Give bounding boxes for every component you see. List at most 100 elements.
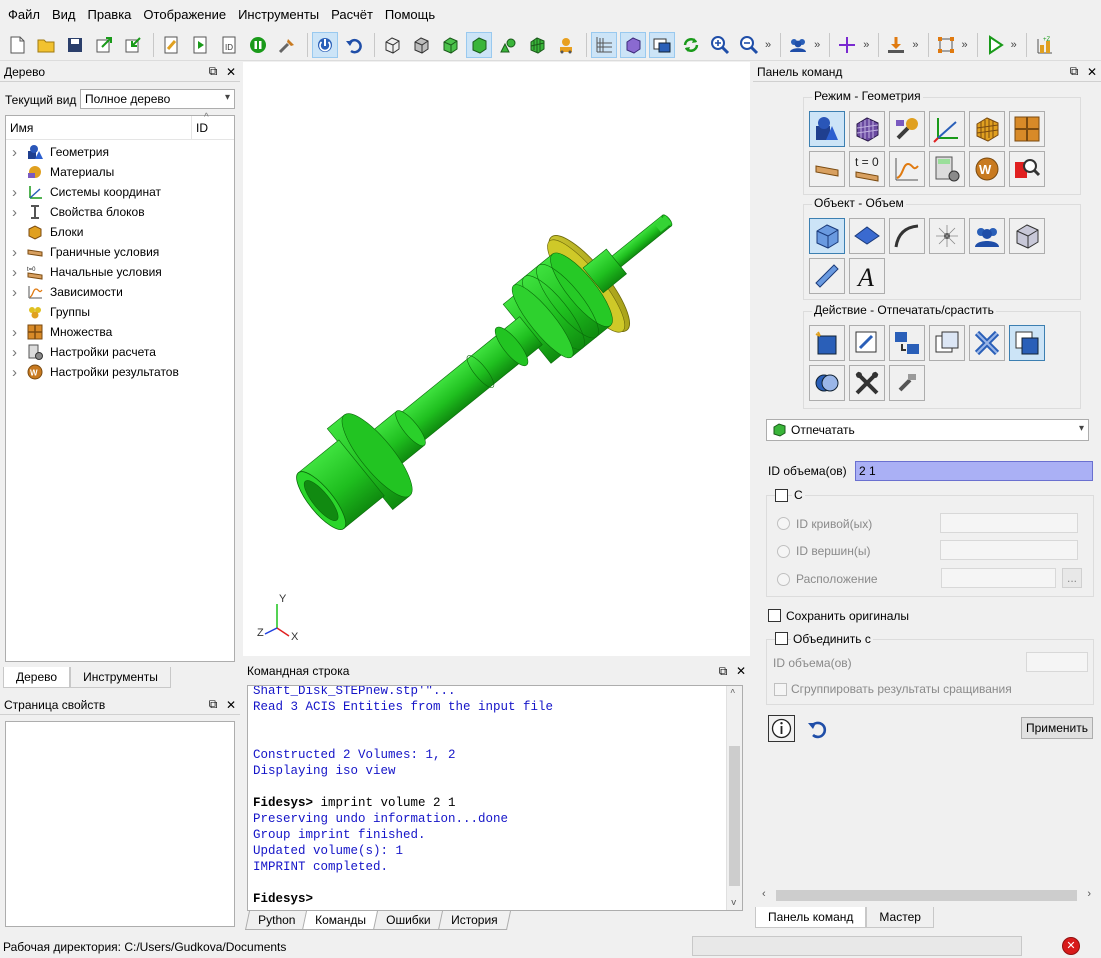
chevron-right-icon[interactable]: ›	[12, 344, 26, 361]
tree-item[interactable]: › t=0 Начальные условия	[6, 262, 234, 282]
run-script-icon[interactable]	[187, 32, 213, 58]
scrollbar-thumb[interactable]	[729, 746, 740, 886]
operation-select[interactable]: Отпечатать ▾	[766, 419, 1089, 441]
scrollbar-thumb[interactable]	[776, 890, 1077, 901]
calc-settings-mode-button[interactable]	[929, 151, 965, 187]
scroll-right-icon[interactable]: ›	[1087, 888, 1091, 900]
nodes-icon[interactable]	[933, 32, 959, 58]
chevron-right-icon[interactable]: ›	[12, 364, 26, 381]
volume-object-button[interactable]	[809, 218, 845, 254]
chevron-right-icon[interactable]: ›	[12, 284, 26, 301]
toolbar-overflow-3[interactable]: »	[863, 39, 869, 51]
zoom-in-icon[interactable]	[707, 32, 733, 58]
text-object-button[interactable]: A	[849, 258, 885, 294]
decompose-action-button[interactable]	[849, 365, 885, 401]
tab-wizard[interactable]: Мастер	[866, 907, 934, 928]
with-checkbox[interactable]	[775, 489, 788, 502]
dependencies-mode-button[interactable]	[889, 151, 925, 187]
users-icon[interactable]	[785, 32, 811, 58]
volume-icon[interactable]	[495, 32, 521, 58]
new-file-icon[interactable]	[4, 32, 30, 58]
menu-edit[interactable]: Правка	[82, 0, 138, 30]
initial-conditions-mode-button[interactable]: t = 0	[849, 151, 885, 187]
location-input[interactable]	[941, 568, 1056, 588]
save-icon[interactable]	[62, 32, 88, 58]
tab-command-panel[interactable]: Панель команд	[755, 907, 867, 928]
tree-item[interactable]: › Множества	[6, 322, 234, 342]
tree-item[interactable]: Материалы	[6, 162, 234, 182]
close-icon[interactable]: ✕	[732, 664, 750, 678]
tree-col-name[interactable]: Имя	[6, 116, 192, 139]
chevron-right-icon[interactable]: ›	[12, 144, 26, 161]
toolbar-overflow-4[interactable]: »	[912, 39, 918, 51]
surface-object-button[interactable]	[849, 218, 885, 254]
info-button[interactable]	[768, 715, 795, 742]
results-mode-button[interactable]: W	[969, 151, 1005, 187]
chevron-right-icon[interactable]: ›	[12, 244, 26, 261]
merge-with-checkbox[interactable]	[775, 632, 788, 645]
command-output[interactable]: Shaft_Disk_STEPnew.stp'"... Read 3 ACIS E…	[247, 685, 743, 911]
cleanup-action-button[interactable]	[889, 365, 925, 401]
properties-area[interactable]	[5, 721, 235, 927]
edit-script-icon[interactable]	[158, 32, 184, 58]
menu-file[interactable]: Файл	[2, 0, 46, 30]
crosshair-icon[interactable]	[834, 32, 860, 58]
float-icon[interactable]: ⧉	[714, 664, 732, 679]
boolean-action-button[interactable]	[809, 365, 845, 401]
tab-python[interactable]: Python	[244, 911, 309, 930]
reset-button[interactable]	[806, 718, 828, 740]
cube-icon[interactable]	[620, 32, 646, 58]
toolbar-overflow-1[interactable]: »	[765, 39, 771, 51]
blocks-mode-button[interactable]	[969, 111, 1005, 147]
chevron-right-icon[interactable]: ›	[12, 204, 26, 221]
inspect-mode-button[interactable]	[1009, 151, 1045, 187]
curve-object-button[interactable]	[889, 218, 925, 254]
curve-id-radio[interactable]	[777, 517, 790, 530]
coordinate-mode-button[interactable]	[929, 111, 965, 147]
scroll-down-icon[interactable]: v	[731, 898, 736, 908]
shaded-icon[interactable]	[437, 32, 463, 58]
tab-tools[interactable]: Инструменты	[70, 667, 171, 688]
tab-commands[interactable]: Команды	[302, 911, 380, 930]
tab-tree[interactable]: Дерево	[3, 667, 71, 688]
location-radio[interactable]	[777, 573, 790, 586]
menu-calculation[interactable]: Расчёт	[325, 0, 379, 30]
float-icon[interactable]: ⧉	[204, 697, 222, 712]
delete-action-button[interactable]	[969, 325, 1005, 361]
create-action-button[interactable]	[809, 325, 845, 361]
group-object-button[interactable]	[969, 218, 1005, 254]
chevron-right-icon[interactable]: ›	[12, 264, 26, 281]
tree-item[interactable]: › Геометрия	[6, 142, 234, 162]
wireframe-icon[interactable]	[379, 32, 405, 58]
toolbar-overflow-2[interactable]: »	[814, 39, 820, 51]
tree-view[interactable]: Имя ID ^ › Геометрия Материалы › Системы коор…	[5, 112, 235, 662]
refresh-icon[interactable]	[678, 32, 704, 58]
import-icon[interactable]	[120, 32, 146, 58]
modify-action-button[interactable]	[849, 325, 885, 361]
results-axis-icon[interactable]: +Z	[1031, 32, 1057, 58]
undo-icon[interactable]	[341, 32, 367, 58]
toolbar-overflow-5[interactable]: »	[962, 39, 968, 51]
error-status-icon[interactable]: ✕	[1062, 937, 1080, 955]
hidden-icon[interactable]	[408, 32, 434, 58]
mesh-mode-button[interactable]	[849, 111, 885, 147]
scroll-left-icon[interactable]: ‹	[762, 888, 766, 900]
close-icon[interactable]: ✕	[222, 65, 240, 79]
menu-tools[interactable]: Инструменты	[232, 0, 325, 30]
transform-action-button[interactable]	[889, 325, 925, 361]
float-icon[interactable]: ⧉	[204, 64, 222, 79]
export-icon[interactable]	[91, 32, 117, 58]
vertex-id-input[interactable]	[940, 540, 1078, 560]
volume-id-input[interactable]: 2 1	[855, 461, 1093, 481]
tree-item[interactable]: Блоки	[6, 222, 234, 242]
tab-history[interactable]: История	[437, 911, 511, 930]
command-output-scrollbar[interactable]: ^ v	[726, 686, 742, 910]
tree-item[interactable]: › Свойства блоков	[6, 202, 234, 222]
load-icon[interactable]	[883, 32, 909, 58]
geometry-mode-button[interactable]	[809, 111, 845, 147]
curve-id-input[interactable]	[940, 513, 1078, 533]
tab-errors[interactable]: Ошибки	[373, 911, 444, 930]
menu-view[interactable]: Вид	[46, 0, 82, 30]
menu-display[interactable]: Отображение	[137, 0, 232, 30]
merge-volume-id-input[interactable]	[1026, 652, 1088, 672]
